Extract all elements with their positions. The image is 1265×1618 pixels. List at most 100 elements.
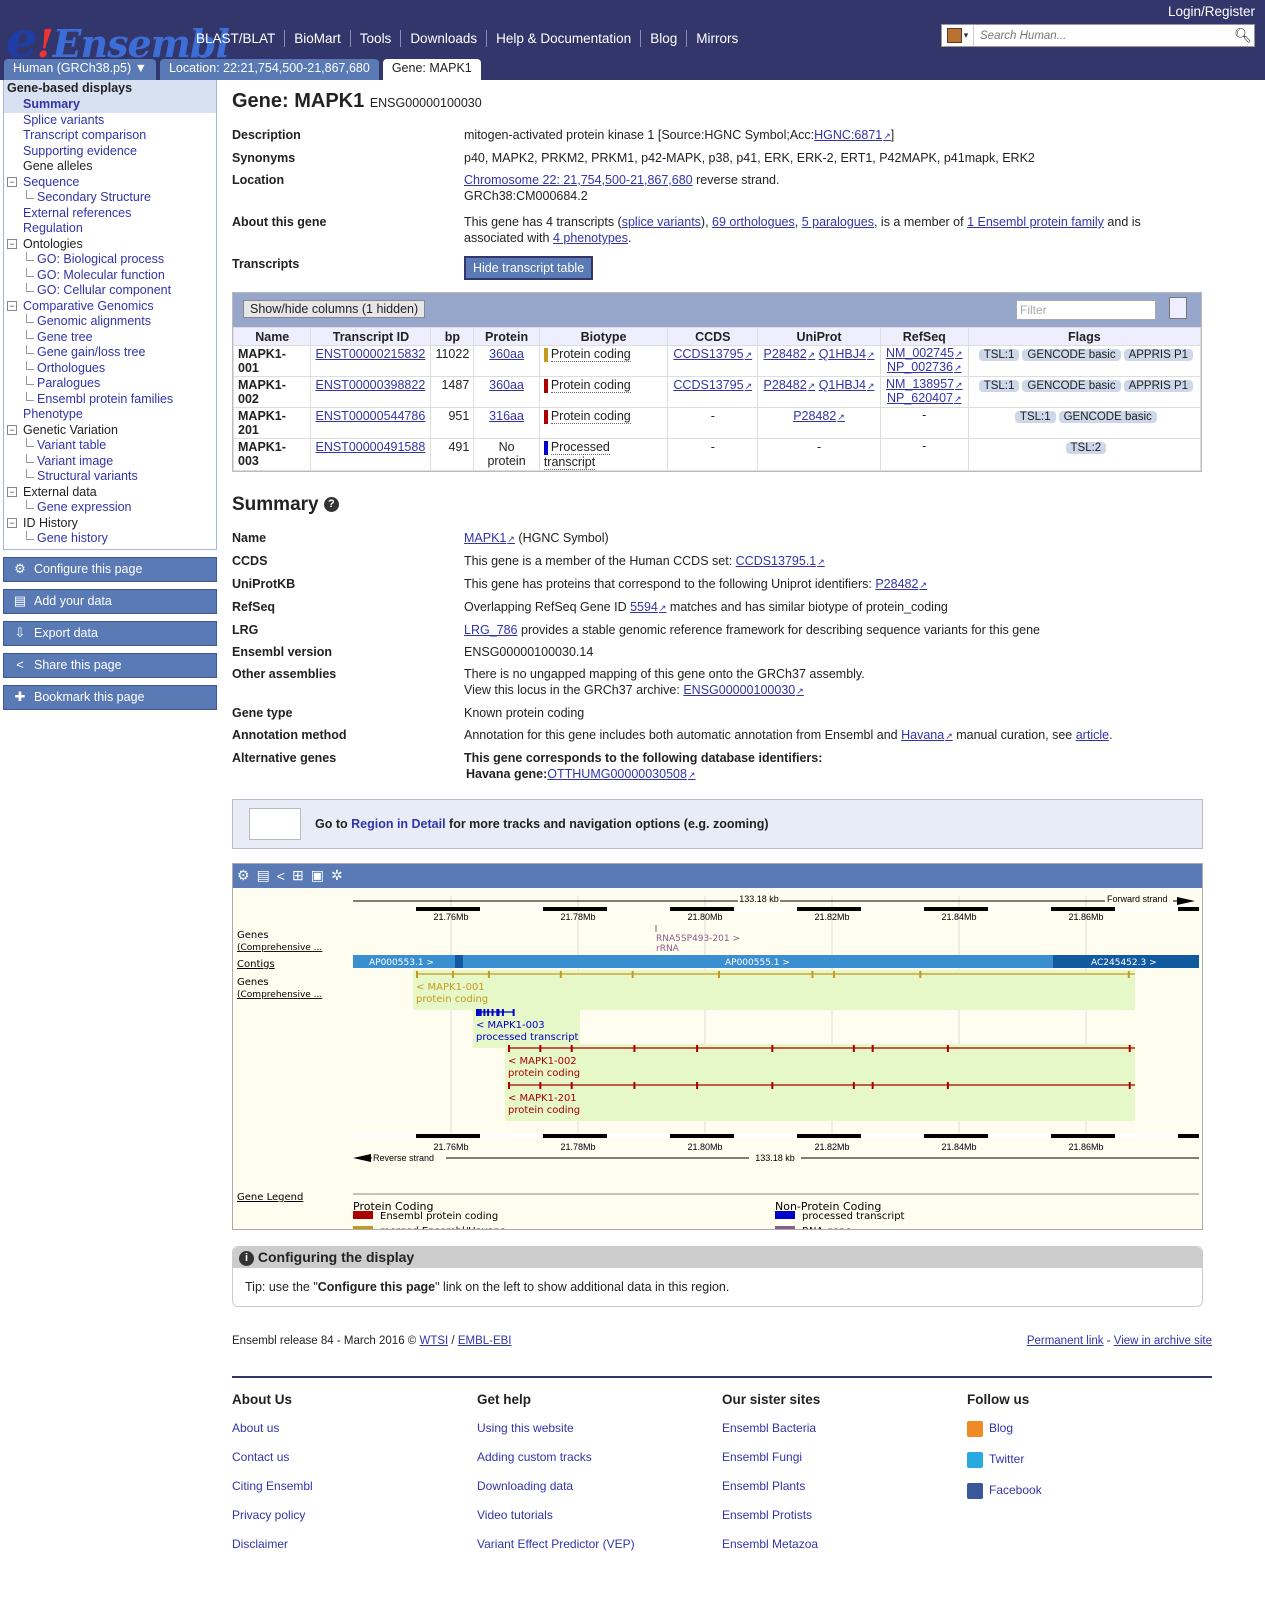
protein-family-link[interactable]: 1 Ensembl protein family — [967, 215, 1104, 229]
sidebar-item-splice-variants[interactable]: Splice variants — [4, 113, 216, 129]
sidebar-item-supporting-evidence[interactable]: Supporting evidence — [4, 144, 216, 160]
refseq-link[interactable]: NM_002745 — [886, 346, 963, 360]
follow-twitter[interactable]: Twitter — [967, 1452, 1212, 1483]
refseq-link[interactable]: NM_138957 — [886, 377, 963, 391]
hgnc-link[interactable]: HGNC:6871 — [814, 128, 891, 142]
sidebar-item-variant-table[interactable]: Variant table — [4, 438, 216, 454]
lrg-link[interactable]: LRG_786 — [464, 623, 518, 637]
column-header[interactable]: Biotype — [538, 327, 669, 346]
region-thumbnail[interactable] — [249, 807, 301, 840]
footer-link[interactable]: Citing Ensembl — [232, 1479, 477, 1508]
sidebar-item-genomic-alignments[interactable]: Genomic alignments — [4, 314, 216, 330]
phenotypes-link[interactable]: 4 phenotypes — [553, 231, 628, 245]
tab-species[interactable]: Human (GRCh38.p5) ▼ — [4, 59, 156, 80]
footer-link[interactable]: Privacy policy — [232, 1508, 477, 1537]
sidebar-item-paralogues[interactable]: Paralogues — [4, 376, 216, 392]
refseq-link[interactable]: 5594 — [630, 600, 666, 614]
species-selector[interactable]: ▾ — [942, 25, 974, 46]
footer-link[interactable]: Ensembl Plants — [722, 1479, 967, 1508]
transcript-id-link[interactable]: ENST00000491588 — [315, 440, 425, 454]
configure-this-page-button[interactable]: ⚙ Configure this page — [3, 556, 217, 582]
export-spreadsheet-icon[interactable] — [1169, 297, 1187, 319]
nav-tools[interactable]: Tools — [349, 30, 401, 47]
genome-image[interactable]: 133.18 kb Forward strand 21.76Mb 21.78Mb 21.… — [233, 887, 1202, 1229]
sidebar-item-go-biological-process[interactable]: GO: Biological process — [4, 252, 216, 268]
track-config-icon[interactable]: ✲ — [331, 867, 343, 884]
column-header[interactable]: Transcript ID — [310, 327, 432, 346]
sidebar-item-transcript-comparison[interactable]: Transcript comparison — [4, 128, 216, 144]
footer-link[interactable]: Using this website — [477, 1421, 722, 1450]
sidebar-item-gene-expression[interactable]: Gene expression — [4, 500, 216, 516]
footer-link[interactable]: Ensembl Fungi — [722, 1450, 967, 1479]
add-your-data-button[interactable]: ▤ Add your data — [3, 588, 217, 614]
hide-transcript-table-button[interactable]: Hide transcript table — [464, 256, 594, 280]
havana-link[interactable]: Havana — [901, 728, 953, 742]
collapse-icon[interactable]: − — [7, 300, 17, 311]
column-header[interactable]: bp — [430, 327, 475, 346]
footer-link[interactable]: Contact us — [232, 1450, 477, 1479]
article-link[interactable]: article — [1076, 728, 1109, 742]
sidebar-item-go-molecular-function[interactable]: GO: Molecular function — [4, 267, 216, 284]
sidebar-item-secondary-structure[interactable]: Secondary Structure — [4, 190, 216, 206]
location-link[interactable]: Chromosome 22: 21,754,500-21,867,680 — [464, 173, 693, 187]
image-export-icon[interactable]: ▣ — [311, 867, 324, 884]
help-icon[interactable]: ? — [323, 497, 339, 513]
follow-facebook[interactable]: Facebook — [967, 1483, 1212, 1514]
column-header[interactable]: Flags — [967, 327, 1202, 346]
ccds-link[interactable]: CCDS13795 — [673, 378, 752, 392]
footer-link[interactable]: Adding custom tracks — [477, 1450, 722, 1479]
footer-link[interactable]: Variant Effect Predictor (VEP) — [477, 1537, 722, 1566]
orthologues-link[interactable]: 69 orthologues — [712, 215, 795, 229]
splice-variants-link[interactable]: splice variants — [622, 215, 701, 229]
sidebar-item-comparative-genomics[interactable]: − Comparative Genomics — [4, 299, 216, 315]
ccds-link[interactable]: CCDS13795.1 — [736, 554, 825, 568]
export-data-button[interactable]: ⇩ Export data — [3, 620, 217, 646]
sidebar-item-go-cellular-component[interactable]: GO: Cellular component — [4, 283, 216, 299]
nav-blog[interactable]: Blog — [640, 30, 686, 47]
ebi-link[interactable]: EMBL-EBI — [458, 1335, 512, 1347]
sidebar-item-external-references[interactable]: External references — [4, 206, 216, 222]
sidebar-item-gene-tree[interactable]: Gene tree — [4, 329, 216, 346]
collapse-icon[interactable]: − — [7, 424, 17, 435]
uniprot-link[interactable]: Q1HBJ4 — [819, 378, 875, 392]
footer-link[interactable]: Ensembl Protists — [722, 1508, 967, 1537]
login-link[interactable]: Login/Register — [1168, 4, 1255, 19]
uniprot-link[interactable]: Q1HBJ4 — [819, 347, 875, 361]
column-header[interactable]: Name — [232, 327, 312, 346]
ccds-link[interactable]: CCDS13795 — [673, 347, 752, 361]
havana-gene-link[interactable]: OTTHUMG00000030508 — [547, 767, 695, 781]
transcript-id-link[interactable]: ENST00000398822 — [315, 378, 425, 392]
archive-link[interactable]: ENSG00000100030 — [683, 683, 803, 697]
share-this-page-button[interactable]: < Share this page — [3, 652, 217, 678]
search-icon[interactable]: 🔍︎ — [1232, 27, 1254, 44]
tab-location[interactable]: Location: 22:21,754,500-21,867,680 — [159, 59, 379, 80]
footer-link[interactable]: About us — [232, 1421, 477, 1450]
uniprot-link[interactable]: P28482 — [793, 409, 845, 423]
footer-link[interactable]: Ensembl Metazoa — [722, 1537, 967, 1566]
sidebar-item-summary[interactable]: Summary — [4, 97, 216, 113]
wtsi-link[interactable]: WTSI — [419, 1335, 448, 1347]
sidebar-item-regulation[interactable]: Regulation — [4, 221, 216, 237]
collapse-icon[interactable]: − — [7, 176, 17, 187]
sidebar-item-id-history[interactable]: − ID History — [4, 516, 216, 532]
protein-link[interactable]: 316aa — [489, 409, 524, 423]
refseq-link[interactable]: NP_620407 — [887, 391, 962, 405]
tab-gene[interactable]: Gene: MAPK1 — [382, 59, 481, 80]
add-data-icon[interactable]: ▤ — [257, 867, 270, 884]
uniprot-link[interactable]: P28482 — [764, 378, 816, 392]
uniprot-link[interactable]: P28482 — [875, 577, 927, 591]
column-header[interactable]: UniProt — [757, 327, 881, 346]
sidebar-item-structural-variants[interactable]: Structural variants — [4, 469, 216, 485]
permanent-link[interactable]: Permanent link — [1027, 1335, 1104, 1347]
sidebar-item-ensembl-protein-families[interactable]: Ensembl protein families — [4, 391, 216, 408]
sidebar-item-variant-image[interactable]: Variant image — [4, 453, 216, 470]
nav-help-documentation[interactable]: Help & Documentation — [486, 30, 640, 47]
nav-blast-blat[interactable]: BLAST/BLAT — [190, 30, 284, 47]
search-input[interactable] — [974, 29, 1232, 42]
transcript-id-link[interactable]: ENST00000215832 — [315, 347, 425, 361]
region-in-detail-link[interactable]: Region in Detail — [351, 817, 445, 831]
column-header[interactable]: CCDS — [667, 327, 759, 346]
archive-site-link[interactable]: View in archive site — [1114, 1335, 1212, 1347]
paralogues-link[interactable]: 5 paralogues — [802, 215, 874, 229]
sidebar-item-ontologies[interactable]: − Ontologies — [4, 237, 216, 253]
